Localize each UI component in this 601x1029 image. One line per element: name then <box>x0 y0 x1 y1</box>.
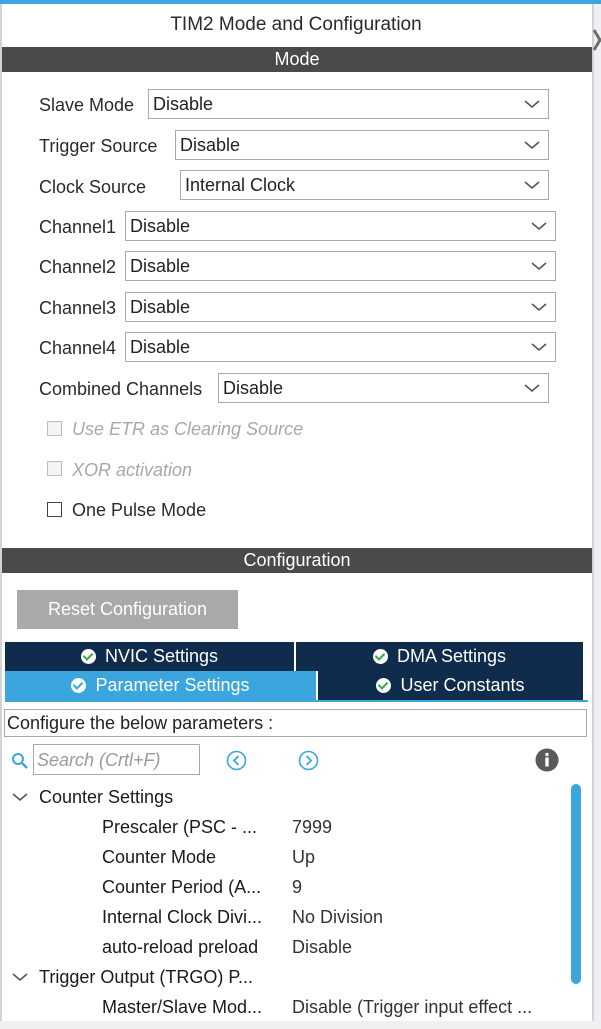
param-name: Counter Mode <box>102 847 217 867</box>
param-value[interactable]: Disable (Trigger input effect ... <box>292 997 532 1018</box>
select-value: Disable <box>130 256 191 276</box>
select-value: Disable <box>223 378 284 398</box>
chevron-down-icon <box>531 262 547 271</box>
channel4-select[interactable]: Disable <box>125 332 556 362</box>
tree-group-trigger-output[interactable]: Trigger Output (TRGO) P... <box>39 967 253 988</box>
param-value[interactable]: Up <box>292 847 315 868</box>
select-value: Disable <box>130 337 191 357</box>
param-name: Internal Clock Divi... <box>102 907 263 927</box>
chevron-down-icon <box>531 222 547 231</box>
panel-left-border <box>0 4 2 1029</box>
channel3-select[interactable]: Disable <box>125 292 556 322</box>
check-circle-icon <box>372 649 388 664</box>
param-name: Prescaler (PSC - ... <box>102 817 258 837</box>
search-input[interactable]: Search (Crtl+F) <box>33 744 200 775</box>
combined-channels-select[interactable]: Disable <box>218 373 549 403</box>
param-name: Master/Slave Mod... <box>102 997 263 1017</box>
right-edge-strip <box>594 4 601 1029</box>
chevron-down-icon <box>524 100 540 109</box>
configuration-section-header: Configuration <box>2 548 592 573</box>
panel-title: TIM2 Mode and Configuration <box>170 14 422 35</box>
info-icon[interactable] <box>535 748 559 772</box>
tab-underline <box>5 700 588 702</box>
next-arrow-icon[interactable] <box>298 750 319 771</box>
bottom-scroll-area <box>0 1021 594 1029</box>
channel2-select[interactable]: Disable <box>125 251 556 281</box>
tab-dma-settings[interactable]: DMA Settings <box>296 642 583 671</box>
slave-mode-label: Slave Mode <box>39 95 135 115</box>
channel3-label: Channel3 <box>39 298 117 318</box>
chevron-down-icon <box>524 181 540 190</box>
param-value[interactable]: 9 <box>292 877 302 898</box>
tab-user-constants[interactable]: User Constants <box>318 671 583 700</box>
param-value[interactable]: 7999 <box>292 817 332 838</box>
use-etr-checkbox <box>47 421 62 436</box>
xor-activation-label: XOR activation <box>72 460 193 480</box>
check-circle-icon <box>80 649 96 664</box>
configure-instructions: Configure the below parameters : <box>4 709 587 737</box>
select-value: Disable <box>153 94 214 114</box>
select-value: Disable <box>130 216 191 236</box>
xor-activation-checkbox <box>47 461 62 476</box>
select-value: Disable <box>180 135 241 155</box>
reset-configuration-button[interactable]: Reset Configuration <box>17 590 238 629</box>
trigger-source-label: Trigger Source <box>39 136 158 156</box>
one-pulse-mode-label[interactable]: One Pulse Mode <box>72 500 206 521</box>
channel1-select[interactable]: Disable <box>125 211 556 241</box>
param-value[interactable]: Disable <box>292 937 352 958</box>
tab-parameter-settings[interactable]: Parameter Settings <box>5 671 316 700</box>
chevron-expand-icon[interactable] <box>12 971 28 983</box>
clock-source-select[interactable]: Internal Clock <box>180 170 549 200</box>
check-circle-icon <box>71 678 87 693</box>
vertical-scrollbar[interactable] <box>571 784 581 984</box>
tab-nvic-settings[interactable]: NVIC Settings <box>5 642 294 671</box>
check-circle-icon <box>376 678 392 693</box>
chevron-down-icon <box>531 343 547 352</box>
chevron-down-icon <box>524 141 540 150</box>
param-name: auto-reload preload <box>102 937 259 957</box>
use-etr-label: Use ETR as Clearing Source <box>72 419 304 439</box>
tree-group-counter-settings[interactable]: Counter Settings <box>39 787 173 808</box>
collapse-arrow-icon[interactable] <box>592 22 601 58</box>
panel-right-border <box>592 4 594 1029</box>
chevron-down-icon <box>531 303 547 312</box>
prev-arrow-icon[interactable] <box>226 750 247 771</box>
chevron-down-icon <box>524 384 540 393</box>
mode-section-header: Mode <box>2 47 592 72</box>
one-pulse-mode-checkbox[interactable] <box>47 502 62 517</box>
select-value: Disable <box>130 297 191 317</box>
select-value: Internal Clock <box>185 175 296 195</box>
tab-label: Parameter Settings <box>95 675 250 695</box>
channel2-label: Channel2 <box>39 257 117 277</box>
tab-label: DMA Settings <box>396 646 507 666</box>
chevron-expand-icon[interactable] <box>12 791 28 803</box>
combined-channels-label: Combined Channels <box>39 379 203 399</box>
trigger-source-select[interactable]: Disable <box>175 130 549 160</box>
slave-mode-select[interactable]: Disable <box>148 89 549 119</box>
tab-label: User Constants <box>400 675 525 695</box>
param-name: Counter Period (A... <box>102 877 262 897</box>
search-icon <box>12 753 28 769</box>
channel4-label: Channel4 <box>39 338 117 358</box>
clock-source-label: Clock Source <box>39 177 147 197</box>
top-accent-bar <box>0 0 601 4</box>
param-value[interactable]: No Division <box>292 907 383 928</box>
tab-label: NVIC Settings <box>104 646 219 666</box>
channel1-label: Channel1 <box>39 217 117 237</box>
